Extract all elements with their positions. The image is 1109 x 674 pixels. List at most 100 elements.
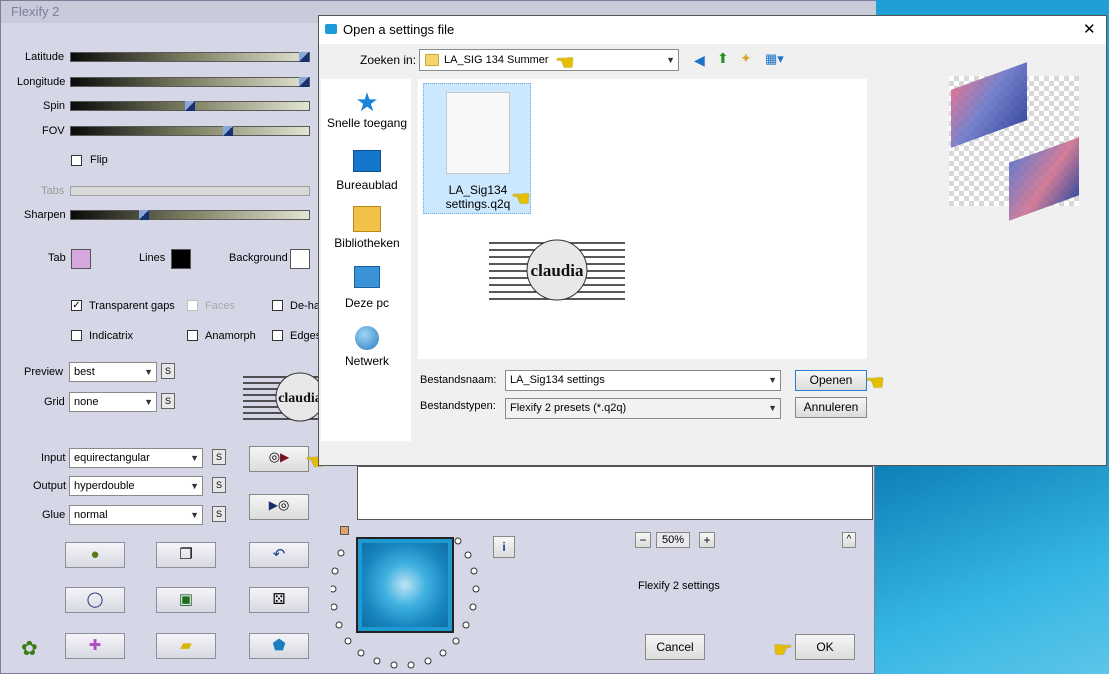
glue-select[interactable]: normal ▼ [69, 505, 203, 525]
ring-button[interactable]: ◯ [65, 587, 125, 613]
transparent-gaps-label: Transparent gaps [89, 300, 175, 312]
brick-button[interactable]: ▰ [156, 633, 216, 659]
open-button[interactable]: Openen [795, 370, 867, 391]
camera-icon [325, 24, 337, 34]
nav-label: Snelle toegang [326, 116, 408, 130]
fov-slider[interactable] [70, 126, 310, 136]
dialog-titlebar: Open a settings file ✕ [319, 16, 1106, 44]
output-s-button[interactable]: S [212, 477, 226, 493]
preset-preview-image [949, 62, 1079, 221]
dialog-title: Open a settings file [343, 22, 455, 37]
slider-thumb[interactable] [299, 52, 309, 62]
zoom-in-button[interactable]: + [699, 532, 715, 548]
cross-icon: ✚ [88, 637, 102, 654]
pointer-hand-icon: ☛ [773, 637, 793, 662]
sharpen-slider[interactable] [70, 210, 310, 220]
pointer-hand-icon: ☚ [865, 370, 885, 395]
chip-icon: ▣ [178, 591, 194, 608]
chevron-down-icon: ▼ [144, 397, 153, 407]
background-color-label: Background [229, 252, 288, 264]
nav-libraries[interactable]: Bibliotheken [319, 206, 415, 250]
cross-button[interactable]: ✚ [65, 633, 125, 659]
close-icon[interactable]: ✕ [1083, 16, 1096, 44]
preview-select[interactable]: best ▼ [69, 362, 157, 382]
lines-color-swatch[interactable] [171, 249, 191, 269]
dice-button[interactable]: ⚄ [249, 587, 309, 613]
collapse-button[interactable]: ^ [842, 532, 856, 548]
ok-button[interactable]: OK [795, 634, 855, 660]
randomize-globe-button[interactable]: ● [65, 542, 125, 568]
chevron-down-icon: ▼ [666, 55, 675, 65]
slider-thumb[interactable] [139, 210, 149, 220]
slider-thumb[interactable] [185, 101, 195, 111]
nav-label: Netwerk [344, 354, 389, 368]
preview-canvas[interactable] [357, 466, 873, 520]
faces-label: Faces [205, 300, 235, 312]
background-color-swatch[interactable] [290, 249, 310, 269]
anamorph-checkbox[interactable] [187, 330, 198, 341]
nav-label: Deze pc [344, 296, 390, 310]
cancel-button[interactable]: Annuleren [795, 397, 867, 418]
slider-thumb[interactable] [223, 126, 233, 136]
load-settings-button[interactable]: ◎▶ [249, 446, 309, 472]
nav-label: Bureaublad [336, 178, 398, 192]
svg-text:claudia: claudia [278, 391, 322, 406]
chip-button[interactable]: ▣ [156, 587, 216, 613]
save-settings-button[interactable]: ▶◎ [249, 494, 309, 520]
ring-icon: ◯ [86, 591, 104, 608]
preview-s-button[interactable]: S [161, 363, 175, 379]
input-value: equirectangular [74, 452, 150, 464]
libraries-icon [353, 206, 381, 232]
edges-checkbox[interactable] [272, 330, 283, 341]
input-select[interactable]: equirectangular ▼ [69, 448, 203, 468]
up-folder-icon[interactable]: ⬆ [717, 50, 729, 67]
info-button[interactable]: i [493, 536, 515, 558]
latitude-slider[interactable] [70, 52, 310, 62]
pentagon-button[interactable]: ⬟ [249, 633, 309, 659]
tab-color-swatch[interactable] [71, 249, 91, 269]
tabs-label: Tabs [41, 185, 65, 197]
new-folder-icon[interactable]: ✦ [740, 50, 752, 67]
grid-value: none [74, 396, 99, 408]
preview-label: Preview [24, 366, 64, 378]
dehalo-checkbox[interactable] [272, 300, 283, 311]
glue-s-button[interactable]: S [212, 506, 226, 522]
zoom-out-button[interactable]: − [635, 532, 651, 548]
look-in-label: Zoeken in: [360, 53, 417, 67]
folder-icon [425, 54, 439, 66]
longitude-slider[interactable] [70, 77, 310, 87]
undo-button[interactable]: ↶ [249, 542, 309, 568]
slider-thumb[interactable] [299, 77, 309, 87]
nav-network[interactable]: Netwerk [319, 326, 415, 368]
grid-select[interactable]: none ▼ [69, 392, 157, 412]
thumbnail-preview [356, 537, 454, 633]
nav-this-pc[interactable]: Deze pc [319, 266, 415, 310]
thumbnail-image [362, 543, 448, 627]
input-s-button[interactable]: S [212, 449, 226, 465]
cancel-button[interactable]: Cancel [645, 634, 705, 660]
fov-label: FOV [42, 125, 65, 137]
output-select[interactable]: hyperdouble ▼ [69, 476, 203, 496]
watermark-graphic: claudia [489, 239, 625, 301]
look-in-select[interactable]: LA_SIG 134 Summer ▼ [419, 49, 679, 71]
longitude-label: Longitude [17, 76, 66, 88]
edges-label: Edges [290, 330, 322, 342]
transparent-gaps-checkbox[interactable]: ✓ [71, 300, 82, 311]
flip-checkbox[interactable] [71, 155, 82, 166]
spin-label: Spin [43, 100, 66, 112]
indicatrix-checkbox[interactable] [71, 330, 82, 341]
chevron-down-icon: ▼ [768, 375, 777, 385]
filename-input[interactable]: LA_Sig134 settings ▼ [505, 370, 781, 391]
nav-quick-access[interactable]: ★ Snelle toegang [319, 88, 415, 130]
view-menu-icon[interactable]: ▦▾ [765, 51, 784, 67]
copy-button[interactable]: ❐ [156, 542, 216, 568]
zoom-level: 50% [656, 532, 690, 548]
glue-value: normal [74, 509, 108, 521]
grid-s-button[interactable]: S [161, 393, 175, 409]
filetype-select[interactable]: Flexify 2 presets (*.q2q) ▼ [505, 398, 781, 419]
back-icon[interactable]: ◀ [694, 52, 705, 69]
desktop-icon [353, 150, 381, 172]
pointer-hand-icon: ☚ [511, 186, 531, 211]
spin-slider[interactable] [70, 101, 310, 111]
nav-desktop[interactable]: Bureaublad [319, 148, 415, 192]
